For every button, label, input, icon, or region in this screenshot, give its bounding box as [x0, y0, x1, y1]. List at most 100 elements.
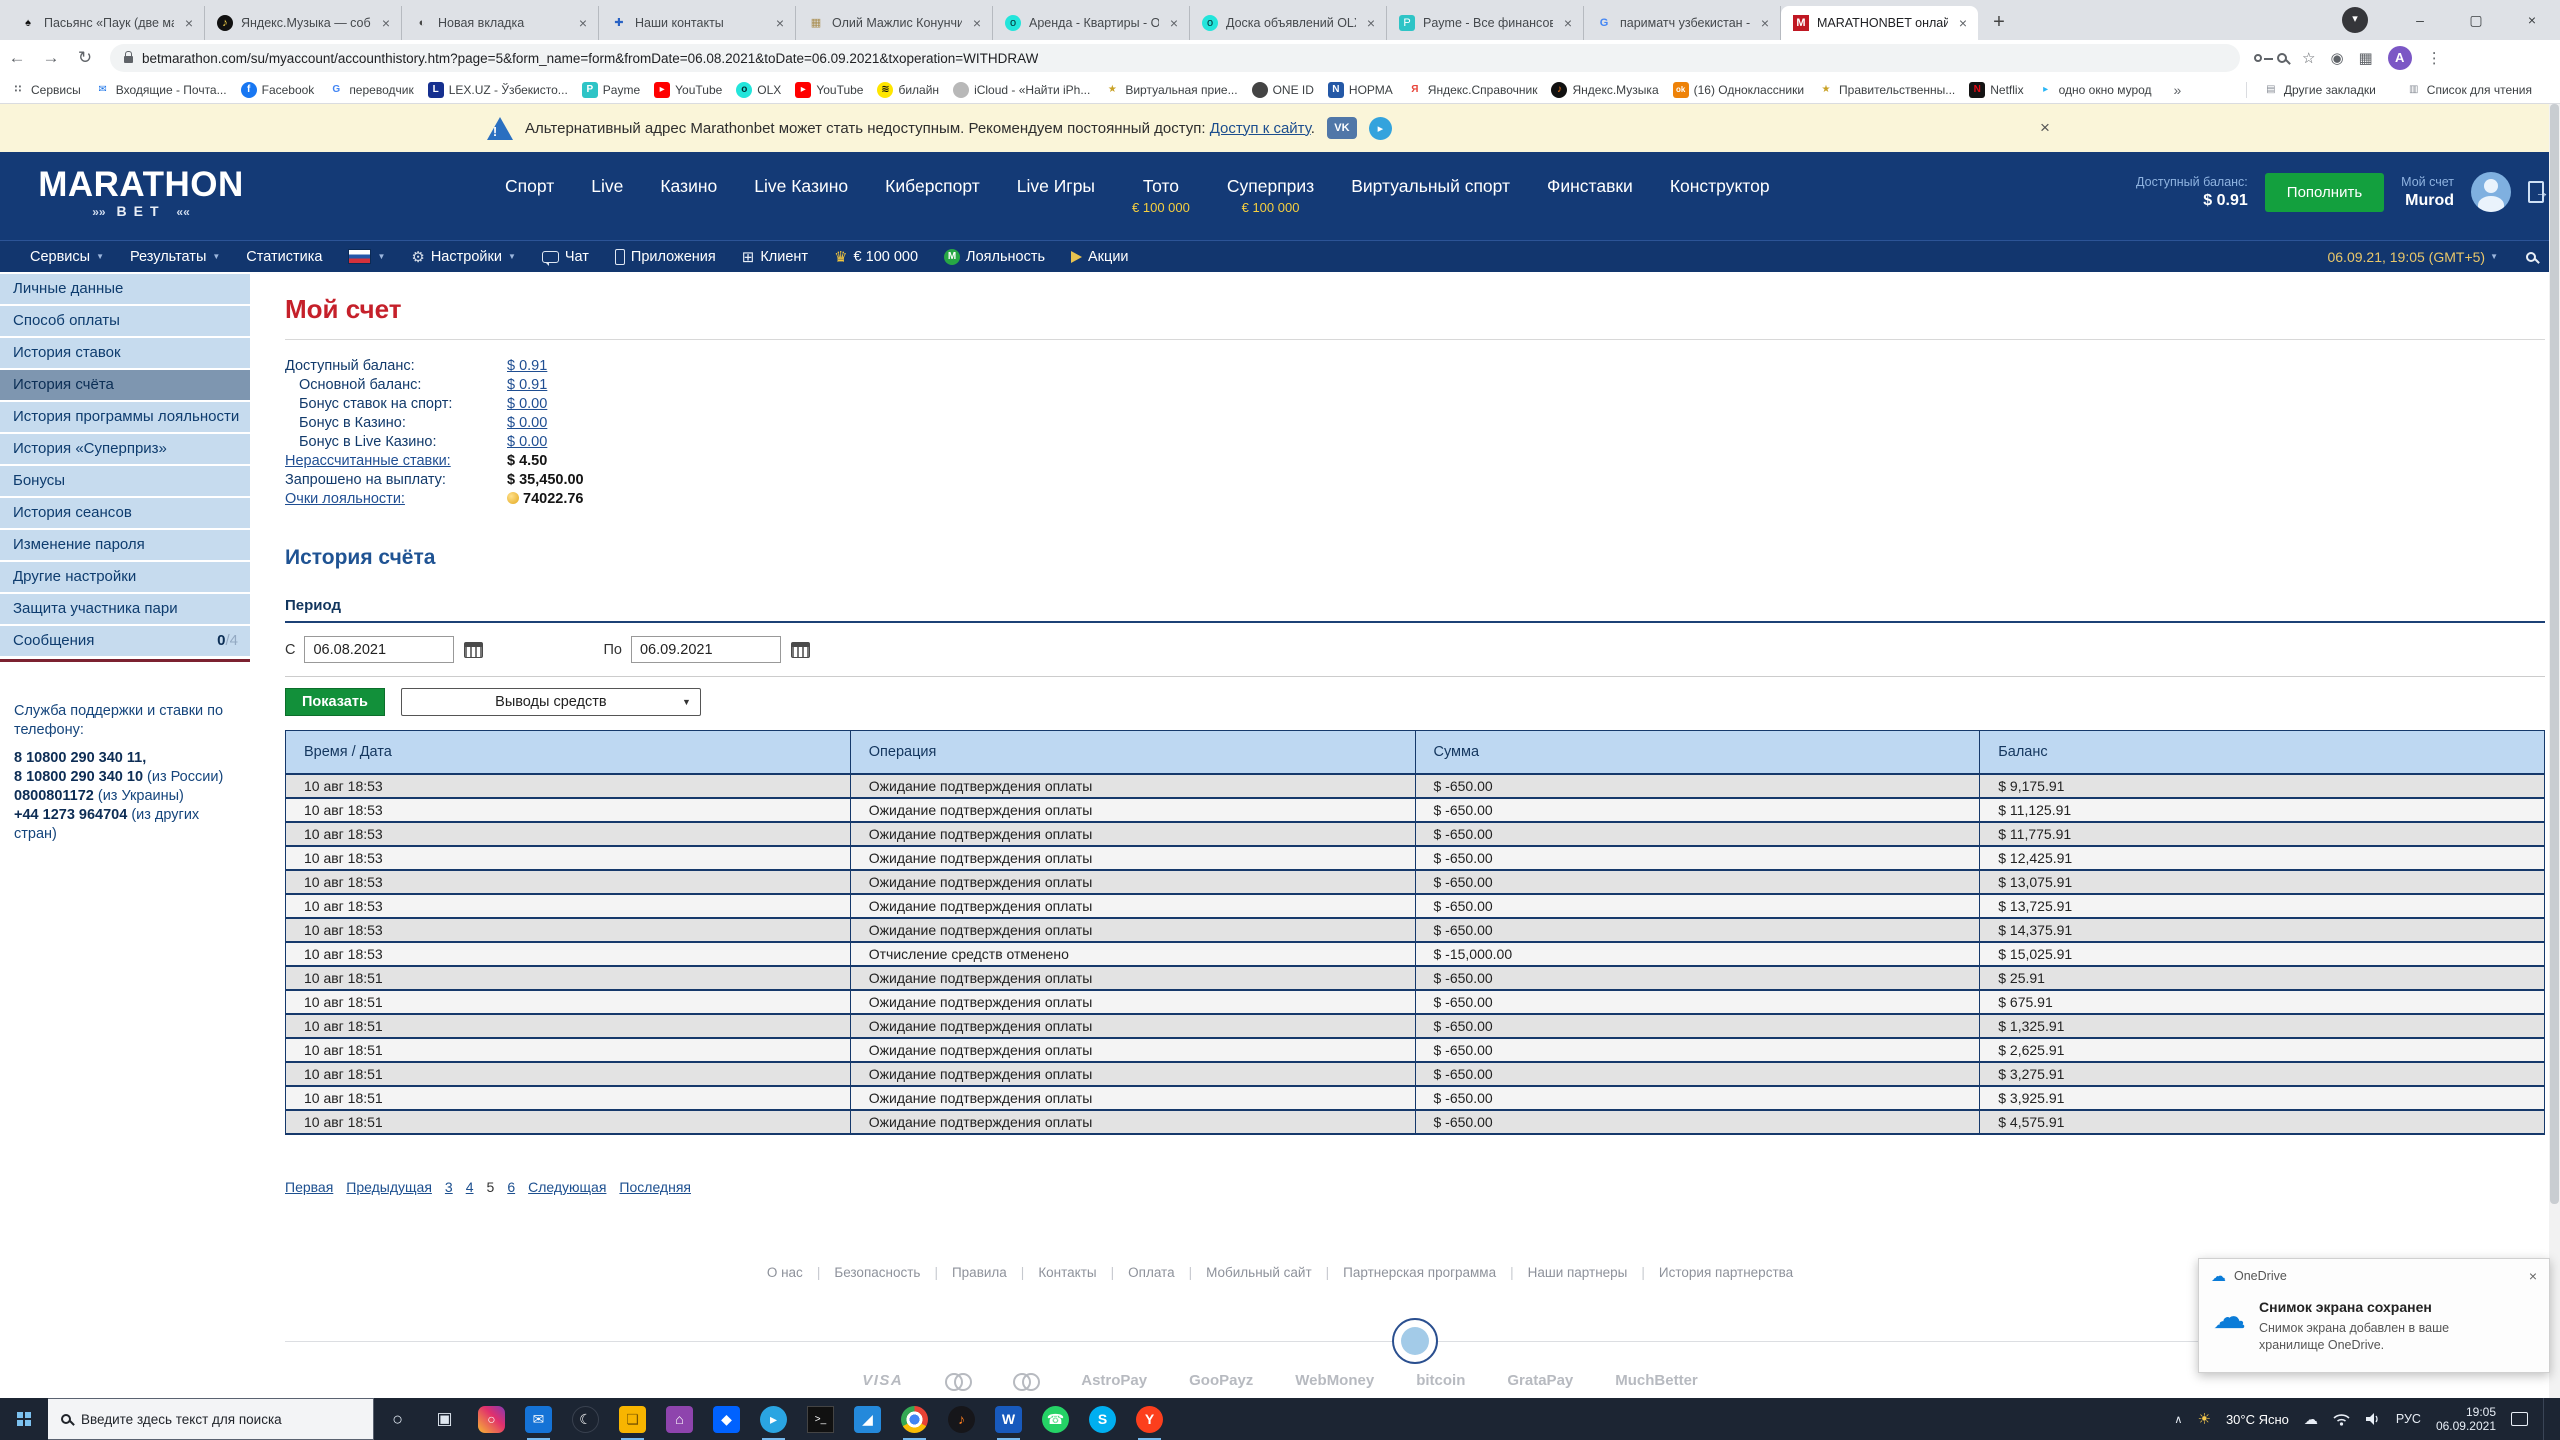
account-row-value[interactable]: 74022.76 — [507, 490, 583, 509]
browser-tab[interactable]: M MARATHONBET онлайн букме × — [1781, 6, 1978, 40]
window-minimize-button[interactable]: – — [2392, 0, 2448, 40]
volume-icon[interactable] — [2365, 1412, 2381, 1426]
account-row-value[interactable]: $ 0.91 — [507, 357, 547, 376]
subnav-settings[interactable]: ⚙ Настройки▼ — [411, 248, 515, 266]
main-nav-item[interactable]: Live — [591, 176, 623, 217]
bookmark-item[interactable]: N Netflix — [1969, 82, 2023, 98]
topup-button[interactable]: Пополнить — [2265, 173, 2384, 212]
mail-icon[interactable]: ✉ — [515, 1398, 562, 1440]
menu-kebab-icon[interactable]: ⋮ — [2427, 49, 2442, 67]
bookmark-item[interactable]: ★ Правительственны... — [1818, 82, 1955, 98]
footer-link[interactable]: История партнерства — [1627, 1265, 1793, 1280]
back-button[interactable]: ← — [0, 48, 34, 68]
subnav-apps[interactable]: Приложения — [615, 249, 716, 265]
account-row-label[interactable]: Очки лояльности: — [285, 490, 507, 509]
chrome-icon[interactable] — [891, 1398, 938, 1440]
main-nav-item[interactable]: Казино — [660, 176, 717, 217]
account-row-value[interactable]: $ 4.50 — [507, 452, 547, 471]
tab-search-icon[interactable]: ▾ — [2342, 7, 2368, 33]
scrollbar-thumb[interactable] — [2550, 104, 2559, 1204]
footer-link[interactable]: О нас — [767, 1265, 803, 1280]
subnav-promos[interactable]: Акции — [1071, 249, 1129, 265]
extensions-puzzle-icon[interactable]: ▦ — [2359, 49, 2373, 67]
explorer-icon[interactable]: ❏ — [609, 1398, 656, 1440]
taskbar-clock[interactable]: 19:05 06.09.2021 — [2436, 1405, 2496, 1433]
page-scrollbar[interactable] — [2549, 104, 2560, 1398]
from-date-input[interactable] — [304, 636, 454, 663]
toast-close-icon[interactable]: × — [2529, 1268, 2537, 1284]
subnav-services[interactable]: Сервисы▼ — [30, 249, 104, 265]
datetime-selector[interactable]: 06.09.21, 19:05 (GMT+5) ▼ — [2327, 249, 2498, 265]
footer-link[interactable]: Правила — [920, 1265, 1006, 1280]
browser-tab[interactable]: P Payme - Все финансовые услу × — [1387, 6, 1584, 40]
main-nav-item[interactable]: Live Казино — [754, 176, 848, 217]
account-row-value[interactable]: $ 0.00 — [507, 395, 547, 414]
bookmark-item[interactable]: L LEX.UZ - Ўзбекисто... — [428, 82, 568, 98]
window-close-button[interactable]: × — [2504, 0, 2560, 40]
footer-link[interactable]: Оплата — [1097, 1265, 1175, 1280]
telegram-icon[interactable]: ▸ — [750, 1398, 797, 1440]
yandex-browser-icon[interactable]: Y — [1126, 1398, 1173, 1440]
browser-avatar[interactable]: A — [2388, 46, 2412, 70]
whatsapp-icon[interactable]: ☎ — [1032, 1398, 1079, 1440]
account-row-value[interactable]: $ 0.00 — [507, 414, 547, 433]
sidebar-item[interactable]: Бонусы — [0, 466, 250, 496]
sidebar-item[interactable]: Личные данные — [0, 274, 250, 304]
word-icon[interactable]: W — [985, 1398, 1032, 1440]
bookmark-star-icon[interactable]: ☆ — [2302, 49, 2315, 67]
operation-filter-select[interactable]: Выводы средств ▼ — [401, 688, 701, 716]
marathonbet-logo[interactable]: MARATHON »» BET «« — [26, 167, 256, 219]
bookmark-item[interactable]: f Facebook — [241, 82, 315, 98]
action-center-icon[interactable] — [2511, 1412, 2528, 1426]
calendar-icon[interactable] — [464, 642, 483, 658]
task-view-icon[interactable]: ▣ — [421, 1398, 468, 1440]
padlock-icon[interactable] — [124, 56, 133, 63]
site-access-link[interactable]: Доступ к сайту — [1210, 120, 1311, 137]
zoom-icon[interactable] — [2277, 53, 2287, 63]
pagination-item[interactable]: 4 — [466, 1179, 474, 1195]
hidden-icons-chevron[interactable]: ∧ — [2174, 1413, 2182, 1426]
tab-close-icon[interactable]: × — [773, 15, 787, 31]
sidebar-item[interactable]: Способ оплаты — [0, 306, 250, 336]
pagination-item[interactable]: 5 — [487, 1179, 495, 1195]
calendar-icon[interactable] — [791, 642, 810, 658]
url-text[interactable]: betmarathon.com/su/myaccount/accounthist… — [142, 51, 1038, 66]
pagination-item[interactable]: Предыдущая — [346, 1179, 432, 1195]
subnav-client[interactable]: ⊞ Клиент — [742, 248, 808, 266]
tab-close-icon[interactable]: × — [379, 15, 393, 31]
browser-tab[interactable]: o Доска объявлений OLX.uz, ра × — [1190, 6, 1387, 40]
account-row-label[interactable]: Бонус в Казино: — [285, 414, 507, 433]
bookmark-item[interactable]: ok (16) Одноклассники — [1673, 82, 1804, 98]
toast-body[interactable]: ☁ Снимок экрана сохранен Снимок экрана д… — [2199, 1293, 2549, 1372]
tab-close-icon[interactable]: × — [182, 15, 196, 31]
tab-close-icon[interactable]: × — [1758, 15, 1772, 31]
account-row-label[interactable]: Основной баланс: — [285, 376, 507, 395]
user-avatar[interactable] — [2471, 172, 2511, 212]
bookmark-item[interactable]: N НОРМА — [1328, 82, 1393, 98]
banner-close-icon[interactable]: × — [2040, 118, 2050, 138]
password-key-icon[interactable] — [2254, 54, 2262, 62]
address-bar[interactable]: betmarathon.com/su/myaccount/accounthist… — [110, 44, 2240, 72]
footer-link[interactable]: Контакты — [1007, 1265, 1097, 1280]
bookmark-item[interactable]: ★ Виртуальная прие... — [1104, 82, 1237, 98]
sidebar-item[interactable]: Изменение пароля — [0, 530, 250, 560]
browser-tab[interactable]: ✚ Наши контакты × — [599, 6, 796, 40]
bookmark-item[interactable]: ♪ Яндекс.Музыка — [1551, 82, 1658, 98]
main-nav-item[interactable]: Финставки — [1547, 176, 1633, 217]
terminal-icon[interactable]: >_ — [797, 1398, 844, 1440]
sidebar-item[interactable]: Другие настройки — [0, 562, 250, 592]
dropbox-icon[interactable]: ◆ — [703, 1398, 750, 1440]
store-icon[interactable]: ⌂ — [656, 1398, 703, 1440]
profile-pin-icon[interactable]: ◉ — [2330, 49, 2343, 67]
tab-close-icon[interactable]: × — [1364, 15, 1378, 31]
account-row-value[interactable]: $ 35,450.00 — [507, 471, 584, 490]
show-button[interactable]: Показать — [285, 688, 385, 716]
weather-text[interactable]: 30°C Ясно — [2226, 1412, 2289, 1427]
sidebar-item[interactable]: История «Суперприз» — [0, 434, 250, 464]
weather-sun-icon[interactable]: ☀ — [2197, 1410, 2210, 1428]
window-maximize-button[interactable]: ▢ — [2448, 0, 2504, 40]
language-indicator[interactable]: РУС — [2396, 1412, 2421, 1426]
sidebar-item[interactable]: История программы лояльности — [0, 402, 250, 432]
subnav-statistics[interactable]: Статистика — [246, 249, 322, 265]
to-date-input[interactable] — [631, 636, 781, 663]
